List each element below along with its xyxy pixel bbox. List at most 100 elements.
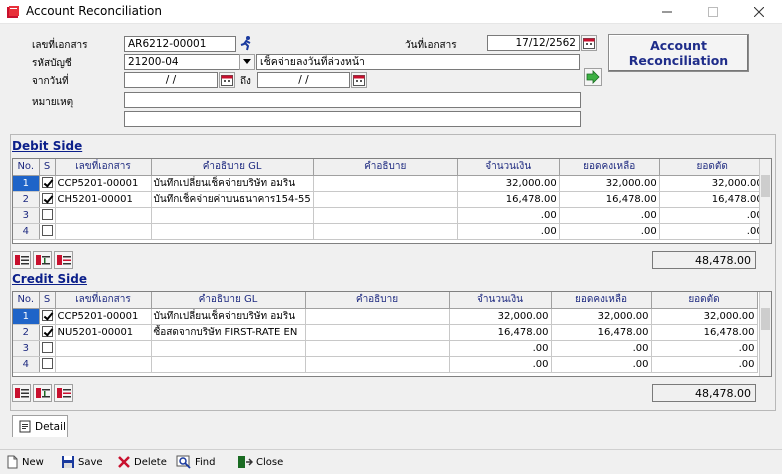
cell-description[interactable] — [305, 356, 450, 373]
col-select[interactable]: S — [39, 159, 56, 176]
cell-gl-description[interactable]: บันทึกเปลี่ยนเช็คจ่ายบริษัท อมริน — [151, 308, 306, 325]
cell-doc-no[interactable] — [55, 207, 152, 224]
delete-row-button[interactable] — [54, 384, 73, 402]
col-amount[interactable]: จำนวนเงิน — [449, 292, 552, 309]
cell-doc-no[interactable]: CH5201-00001 — [55, 191, 152, 208]
doc-no-field[interactable]: AR6212-00001 — [124, 36, 236, 52]
cell-doc-no[interactable] — [55, 223, 152, 240]
go-forward-button[interactable] — [584, 68, 602, 86]
credit-vertical-scrollbar[interactable] — [759, 292, 771, 376]
cell-doc-no[interactable] — [55, 356, 152, 373]
from-date-field[interactable]: / / — [124, 72, 218, 88]
cell-description[interactable] — [313, 207, 458, 224]
checkbox-unchecked-icon[interactable] — [41, 209, 53, 221]
cell-gl-description[interactable] — [151, 340, 306, 357]
doc-date-field[interactable]: 17/12/2562 — [487, 35, 580, 51]
checkbox-unchecked-icon[interactable] — [41, 358, 53, 370]
row-checkbox[interactable] — [39, 207, 56, 224]
add-row-button[interactable] — [33, 251, 52, 269]
cell-description[interactable] — [313, 191, 458, 208]
table-row[interactable]: 2 CH5201-00001 บันทึกเช็คจ่ายค่าบนธนาคาร… — [13, 191, 766, 208]
cell-cut-amount[interactable]: .00 — [659, 223, 766, 240]
cell-description[interactable] — [313, 223, 458, 240]
from-date-calendar-button[interactable] — [219, 72, 235, 88]
checkbox-unchecked-icon[interactable] — [41, 225, 53, 237]
add-row-button[interactable] — [33, 384, 52, 402]
cell-gl-description[interactable] — [151, 356, 306, 373]
credit-grid[interactable]: No. S เลขที่เอกสาร คำอธิบาย GL คำอธิบาย … — [12, 291, 772, 377]
table-row[interactable]: 1 CCP5201-00001 บันทึกเปลี่ยนเช็คจ่ายบริ… — [13, 175, 766, 192]
cell-description[interactable] — [305, 324, 450, 341]
col-no[interactable]: No. — [13, 292, 40, 309]
row-checkbox[interactable] — [39, 308, 56, 325]
table-row[interactable]: 3 .00 .00 .00 — [13, 340, 758, 357]
table-row[interactable]: 4 .00 .00 .00 — [13, 356, 758, 373]
cell-balance[interactable]: 32,000.00 — [551, 308, 652, 325]
cell-description[interactable] — [305, 340, 450, 357]
checkbox-checked-icon[interactable] — [41, 177, 53, 189]
cell-gl-description[interactable]: ซื้อสดจากบริษัท FIRST-RATE EN — [151, 324, 306, 341]
col-description[interactable]: คำอธิบาย — [313, 159, 458, 176]
account-code-field[interactable]: 21200-04 — [124, 54, 240, 70]
col-gl-description[interactable]: คำอธิบาย GL — [151, 292, 306, 309]
table-row[interactable]: 3 .00 .00 .00 — [13, 207, 766, 224]
doc-lookup-button[interactable] — [238, 35, 254, 51]
table-row[interactable]: 2 NU5201-00001 ซื้อสดจากบริษัท FIRST-RAT… — [13, 324, 758, 341]
cell-description[interactable] — [305, 308, 450, 325]
cell-cut-amount[interactable]: 32,000.00 — [651, 308, 758, 325]
col-amount[interactable]: จำนวนเงิน — [457, 159, 560, 176]
scroll-thumb[interactable] — [761, 175, 770, 197]
cell-balance[interactable]: 32,000.00 — [559, 175, 660, 192]
cell-amount[interactable]: .00 — [457, 207, 560, 224]
checkbox-checked-icon[interactable] — [41, 310, 53, 322]
cell-cut-amount[interactable]: .00 — [651, 356, 758, 373]
note-field-1[interactable] — [124, 92, 581, 108]
insert-row-button[interactable] — [12, 251, 31, 269]
checkbox-checked-icon[interactable] — [41, 193, 53, 205]
row-checkbox[interactable] — [39, 191, 56, 208]
to-date-field[interactable]: / / — [257, 72, 350, 88]
save-button[interactable]: Save — [61, 453, 103, 471]
scroll-thumb[interactable] — [761, 308, 770, 330]
cell-amount[interactable]: .00 — [449, 340, 552, 357]
row-checkbox[interactable] — [39, 324, 56, 341]
cell-cut-amount[interactable]: .00 — [651, 340, 758, 357]
cell-gl-description[interactable] — [151, 207, 314, 224]
cell-cut-amount[interactable]: 16,478.00 — [651, 324, 758, 341]
cell-doc-no[interactable]: NU5201-00001 — [55, 324, 152, 341]
cell-balance[interactable]: .00 — [551, 340, 652, 357]
account-dropdown-button[interactable] — [239, 54, 255, 70]
cell-doc-no[interactable]: CCP5201-00001 — [55, 175, 152, 192]
checkbox-unchecked-icon[interactable] — [41, 342, 53, 354]
cell-amount[interactable]: 32,000.00 — [457, 175, 560, 192]
col-balance[interactable]: ยอดคงเหลือ — [559, 159, 660, 176]
col-cut-amount[interactable]: ยอดตัด — [659, 159, 766, 176]
col-gl-description[interactable]: คำอธิบาย GL — [151, 159, 314, 176]
cell-balance[interactable]: 16,478.00 — [559, 191, 660, 208]
delete-row-button[interactable] — [54, 251, 73, 269]
table-row[interactable]: 1 CCP5201-00001 บันทึกเปลี่ยนเช็คจ่ายบริ… — [13, 308, 758, 325]
table-row[interactable]: 4 .00 .00 .00 — [13, 223, 766, 240]
col-doc-no[interactable]: เลขที่เอกสาร — [55, 292, 152, 309]
cell-balance[interactable]: 16,478.00 — [551, 324, 652, 341]
cell-cut-amount[interactable]: .00 — [659, 207, 766, 224]
col-doc-no[interactable]: เลขที่เอกสาร — [55, 159, 152, 176]
close-button[interactable]: Close — [237, 453, 283, 471]
col-no[interactable]: No. — [13, 159, 40, 176]
row-checkbox[interactable] — [39, 223, 56, 240]
insert-row-button[interactable] — [12, 384, 31, 402]
to-date-calendar-button[interactable] — [351, 72, 367, 88]
find-button[interactable]: Find — [176, 453, 216, 471]
cell-description[interactable] — [313, 175, 458, 192]
col-description[interactable]: คำอธิบาย — [305, 292, 450, 309]
new-button[interactable]: New — [5, 453, 44, 471]
cell-balance[interactable]: .00 — [559, 223, 660, 240]
doc-date-calendar-button[interactable] — [581, 35, 597, 51]
tab-detail[interactable]: Detail — [12, 415, 68, 437]
cell-cut-amount[interactable]: 32,000.00 — [659, 175, 766, 192]
col-cut-amount[interactable]: ยอดตัด — [651, 292, 758, 309]
col-balance[interactable]: ยอดคงเหลือ — [551, 292, 652, 309]
debit-grid[interactable]: No. S เลขที่เอกสาร คำอธิบาย GL คำอธิบาย … — [12, 158, 772, 244]
cell-amount[interactable]: .00 — [457, 223, 560, 240]
cell-amount[interactable]: 16,478.00 — [457, 191, 560, 208]
